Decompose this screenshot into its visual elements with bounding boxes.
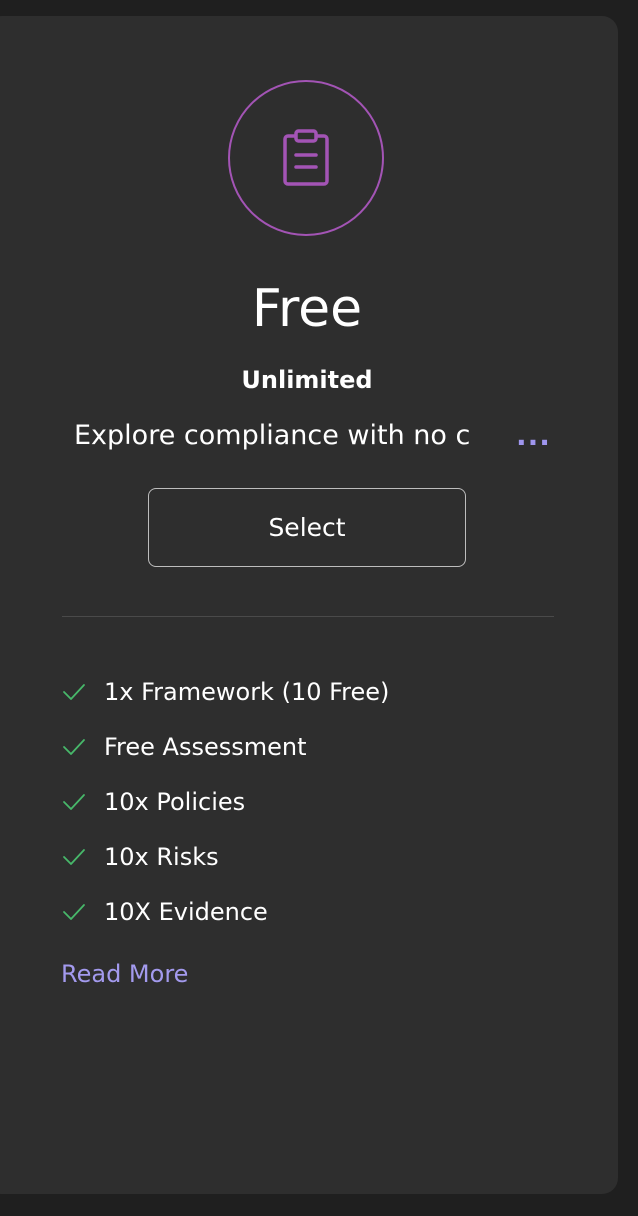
plan-icon-circle (228, 80, 384, 236)
plan-description-row: Explore compliance with no c ... (74, 416, 551, 456)
feature-item: 1x Framework (10 Free) (62, 664, 389, 719)
feature-label: 10x Policies (104, 787, 246, 816)
check-icon (63, 793, 85, 810)
feature-label: 1x Framework (10 Free) (104, 677, 390, 706)
select-plan-button[interactable]: Select (148, 488, 466, 567)
divider (62, 616, 554, 617)
pricing-card: Free Unlimited Explore compliance with n… (0, 16, 618, 1194)
plan-subtitle: Unlimited (241, 366, 373, 394)
feature-item: 10x Risks (62, 829, 389, 884)
feature-item: 10x Policies (62, 774, 389, 829)
feature-item: Free Assessment (62, 719, 389, 774)
read-more-link[interactable]: Read More (61, 956, 188, 992)
feature-label: 10X Evidence (104, 897, 268, 926)
feature-item: 10X Evidence (62, 884, 389, 939)
check-icon (63, 848, 85, 865)
check-icon (63, 683, 85, 700)
check-icon (63, 738, 85, 755)
clipboard-icon (283, 129, 329, 186)
feature-label: Free Assessment (104, 732, 307, 761)
check-icon (63, 903, 85, 920)
feature-list: 1x Framework (10 Free) Free Assessment 1… (62, 664, 389, 939)
feature-label: 10x Risks (104, 842, 219, 871)
plan-description: Explore compliance with no c (74, 420, 471, 451)
expand-description-button[interactable]: ... (516, 416, 551, 456)
plan-title: Free (251, 279, 363, 339)
